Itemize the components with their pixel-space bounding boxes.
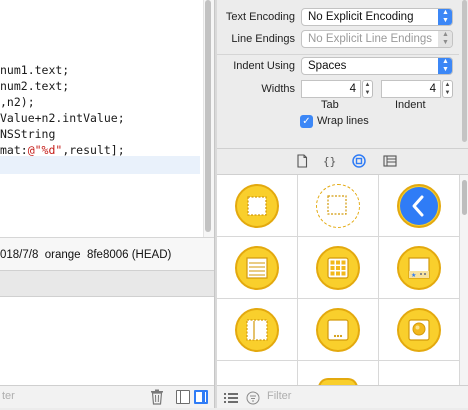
svg-text:★: ★ xyxy=(411,272,416,279)
popup-arrows-icon: ▲▼ xyxy=(438,8,453,26)
source-editor[interactable]: num1.text; num2.text; ,n2); Value+n2.intVal… xyxy=(0,0,214,237)
line-endings-popup[interactable]: No Explicit Line Endings ▲▼ xyxy=(301,30,453,48)
object-icon xyxy=(318,378,358,385)
blame-info-bar: 018/7/8 orange 8fe8006 (HEAD) xyxy=(0,237,214,271)
library-filter-input[interactable]: Filter xyxy=(267,390,291,402)
tab-label: Tab xyxy=(321,99,339,111)
library-item[interactable] xyxy=(379,299,460,361)
indent-label: Indent xyxy=(395,99,426,111)
line-endings-value: No Explicit Line Endings xyxy=(308,33,432,45)
indent-width-field[interactable]: 4 xyxy=(381,80,441,98)
console-filter-input[interactable]: ter xyxy=(2,390,15,402)
console-view-toggle-icon[interactable] xyxy=(194,390,208,404)
library-item[interactable] xyxy=(298,175,379,237)
editor-scrollbar-thumb[interactable] xyxy=(205,0,211,232)
code-snippet-tab-icon[interactable]: {} xyxy=(322,154,336,168)
library-item[interactable] xyxy=(298,237,379,299)
file-inspector: Text Encoding No Explicit Encoding ▲▼ Li… xyxy=(217,0,468,148)
text-encoding-popup[interactable]: No Explicit Encoding ▲▼ xyxy=(301,8,453,26)
console-bottom-bar: ter xyxy=(0,385,214,408)
object-library-tab-icon[interactable] xyxy=(352,154,366,168)
library-item[interactable] xyxy=(379,175,460,237)
current-line-highlight xyxy=(0,156,200,174)
media-library-tab-icon[interactable] xyxy=(383,154,397,168)
text-encoding-label: Text Encoding xyxy=(217,11,295,23)
code-line: num2.text; xyxy=(0,78,69,94)
trash-icon[interactable] xyxy=(150,389,164,405)
indent-using-value: Spaces xyxy=(308,60,346,72)
code-text: num1.text; xyxy=(0,63,69,77)
page-view-controller-icon xyxy=(316,308,360,352)
variables-view-toggle-icon[interactable] xyxy=(176,390,190,404)
svg-text:{}: {} xyxy=(323,155,336,168)
popup-arrows-icon: ▲▼ xyxy=(438,30,453,48)
code-line: num1.text; xyxy=(0,62,69,78)
library-item[interactable] xyxy=(379,361,460,385)
filter-icon xyxy=(246,391,260,410)
library-item[interactable] xyxy=(217,237,298,299)
split-view-controller-icon xyxy=(235,308,279,352)
console-area[interactable] xyxy=(0,297,214,385)
indent-using-popup[interactable]: Spaces ▲▼ xyxy=(301,57,453,75)
code-text: ,result]; xyxy=(62,143,124,157)
collection-view-controller-icon xyxy=(316,246,360,290)
blame-text: 018/7/8 orange 8fe8006 (HEAD) xyxy=(0,249,171,261)
tab-width-stepper[interactable]: ▲▼ xyxy=(362,80,373,98)
code-text: Value+n2.intValue; xyxy=(0,111,125,125)
wrap-lines-checkbox[interactable]: ✓ xyxy=(300,115,313,128)
object-library-grid: ★ xyxy=(217,175,460,385)
view-controller-icon xyxy=(235,184,279,228)
library-scrollbar-thumb[interactable] xyxy=(462,180,467,215)
table-view-controller-icon xyxy=(235,246,279,290)
library-item[interactable] xyxy=(217,175,298,237)
code-text: ,n2); xyxy=(0,95,35,109)
debug-bar xyxy=(0,271,214,297)
code-line: Value+n2.intValue; xyxy=(0,110,125,126)
library-item[interactable] xyxy=(217,361,298,385)
library-item[interactable] xyxy=(298,299,379,361)
section-separator xyxy=(217,54,468,55)
popup-arrows-icon: ▲▼ xyxy=(438,57,453,75)
code-line: mat:@"%d",result]; xyxy=(0,142,125,158)
string-literal: @"%d" xyxy=(28,143,63,157)
line-endings-label: Line Endings xyxy=(217,33,295,45)
code-line: ,n2); xyxy=(0,94,35,110)
library-item[interactable] xyxy=(217,299,298,361)
indent-using-label: Indent Using xyxy=(217,60,295,72)
list-view-icon[interactable] xyxy=(224,391,238,409)
library-tab-bar: {} xyxy=(217,148,468,175)
tab-width-field[interactable]: 4 xyxy=(301,80,361,98)
wrap-lines-label: Wrap lines xyxy=(317,115,369,127)
file-template-tab-icon[interactable] xyxy=(295,154,309,168)
inspector-scrollbar-thumb[interactable] xyxy=(462,0,467,142)
library-item[interactable]: ★ xyxy=(379,237,460,299)
navigation-controller-icon xyxy=(397,184,441,228)
storyboard-reference-icon xyxy=(316,184,360,228)
tab-bar-controller-icon: ★ xyxy=(397,246,441,290)
code-text: mat: xyxy=(0,143,28,157)
text-encoding-value: No Explicit Encoding xyxy=(308,11,413,23)
library-bottom-bar: Filter xyxy=(217,385,468,408)
code-text: NSString xyxy=(0,127,55,141)
indent-width-stepper[interactable]: ▲▼ xyxy=(442,80,453,98)
library-item[interactable] xyxy=(298,361,379,385)
widths-label: Widths xyxy=(217,83,295,95)
code-line: NSString xyxy=(0,126,55,142)
code-text: num2.text; xyxy=(0,79,69,93)
glkit-view-controller-icon xyxy=(397,308,441,352)
